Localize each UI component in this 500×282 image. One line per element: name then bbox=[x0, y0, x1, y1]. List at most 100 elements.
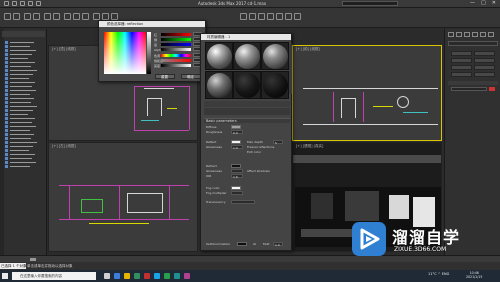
scene-item[interactable] bbox=[5, 61, 43, 64]
saturation-slider[interactable] bbox=[161, 59, 191, 62]
hierarchy-tab-icon[interactable] bbox=[464, 32, 470, 37]
scene-item[interactable] bbox=[5, 149, 43, 152]
viewport-left[interactable]: [+] [左] [线框] bbox=[48, 142, 198, 252]
fog-color-swatch[interactable] bbox=[231, 186, 241, 190]
angle-snap-icon[interactable] bbox=[102, 13, 109, 20]
edge-browser-icon[interactable] bbox=[114, 273, 120, 279]
rotate-icon[interactable] bbox=[73, 13, 80, 20]
material-slot[interactable] bbox=[261, 42, 289, 70]
windows-start-icon[interactable] bbox=[2, 273, 8, 279]
object-type-button[interactable] bbox=[474, 51, 495, 56]
object-category-dropdown[interactable] bbox=[448, 41, 498, 46]
wechat-icon[interactable] bbox=[164, 273, 170, 279]
scene-item[interactable] bbox=[5, 137, 43, 140]
align-icon[interactable] bbox=[249, 13, 256, 20]
graph-editor-icon[interactable] bbox=[267, 13, 274, 20]
viewport-label[interactable]: [+] [左] [线框] bbox=[52, 144, 76, 149]
close-button[interactable]: ✕ bbox=[492, 1, 496, 6]
scene-item[interactable] bbox=[5, 153, 43, 156]
blue-slider[interactable] bbox=[161, 43, 191, 46]
hue-saturation-picker[interactable] bbox=[104, 32, 146, 74]
taskbar-clock[interactable]: 10:46 2021/1/15 bbox=[466, 271, 482, 279]
object-type-button[interactable] bbox=[474, 72, 495, 77]
scene-item[interactable] bbox=[5, 81, 43, 84]
viewport-label[interactable]: [+] [顶] [线框] bbox=[52, 47, 76, 52]
time-slider-handle[interactable] bbox=[30, 258, 36, 261]
object-type-button[interactable] bbox=[451, 58, 472, 63]
scene-item[interactable] bbox=[5, 129, 43, 132]
link-icon[interactable] bbox=[24, 13, 31, 20]
scene-item[interactable] bbox=[5, 109, 43, 112]
scene-item[interactable] bbox=[5, 161, 43, 164]
display-tab-icon[interactable] bbox=[480, 32, 486, 37]
move-icon[interactable] bbox=[64, 13, 71, 20]
scene-item[interactable] bbox=[5, 65, 43, 68]
mult-field[interactable]: 1.0 bbox=[273, 242, 283, 247]
object-type-button[interactable] bbox=[451, 65, 472, 70]
red-slider[interactable] bbox=[161, 33, 191, 36]
task-view-icon[interactable] bbox=[104, 273, 110, 279]
store-icon[interactable] bbox=[134, 273, 140, 279]
scene-item[interactable] bbox=[5, 89, 43, 92]
save-file-icon[interactable] bbox=[20, 1, 25, 6]
select-region-icon[interactable] bbox=[53, 13, 60, 20]
scene-item[interactable] bbox=[5, 97, 43, 100]
diffuse-color-swatch[interactable] bbox=[231, 125, 241, 129]
refract-glossiness-field[interactable] bbox=[231, 169, 243, 173]
scene-item[interactable] bbox=[5, 53, 43, 56]
scale-icon[interactable] bbox=[82, 13, 89, 20]
scene-item[interactable] bbox=[5, 145, 43, 148]
scene-item[interactable] bbox=[5, 141, 43, 144]
viewport-label[interactable]: [+] [透视] [真实] bbox=[296, 144, 323, 149]
object-type-button[interactable] bbox=[474, 58, 495, 63]
mirror-icon[interactable] bbox=[240, 13, 247, 20]
redo-tool-icon[interactable] bbox=[13, 13, 20, 20]
app-icon[interactable] bbox=[144, 273, 150, 279]
scene-item[interactable] bbox=[5, 121, 43, 124]
scene-item[interactable] bbox=[5, 117, 43, 120]
modify-tab-icon[interactable] bbox=[456, 32, 462, 37]
create-tab-icon[interactable] bbox=[448, 32, 454, 37]
scene-item[interactable] bbox=[5, 85, 43, 88]
object-name-field[interactable] bbox=[451, 87, 487, 91]
material-slot[interactable] bbox=[205, 42, 233, 70]
scene-item[interactable] bbox=[5, 101, 43, 104]
scene-item[interactable] bbox=[5, 133, 43, 136]
object-color-swatch[interactable] bbox=[489, 87, 495, 91]
scene-item[interactable] bbox=[5, 157, 43, 160]
reflect-color-swatch[interactable] bbox=[231, 140, 241, 144]
undo-icon[interactable] bbox=[28, 1, 33, 6]
material-editor-icon[interactable] bbox=[276, 13, 283, 20]
material-slot[interactable] bbox=[205, 71, 233, 99]
ior-field[interactable]: 1.6 bbox=[231, 174, 243, 179]
scene-item[interactable] bbox=[5, 69, 43, 72]
minimize-button[interactable]: — bbox=[470, 1, 475, 6]
undo-tool-icon[interactable] bbox=[4, 13, 11, 20]
translucency-dropdown[interactable] bbox=[231, 200, 255, 204]
basic-parameters-rollout[interactable]: Basic parameters bbox=[204, 118, 290, 123]
app-icon[interactable] bbox=[154, 273, 160, 279]
scene-item[interactable] bbox=[5, 73, 43, 76]
layer-icon[interactable] bbox=[258, 13, 265, 20]
new-file-icon[interactable] bbox=[4, 1, 9, 6]
app-icon[interactable] bbox=[184, 273, 190, 279]
title-search-input[interactable] bbox=[342, 1, 398, 6]
render-icon[interactable] bbox=[294, 13, 301, 20]
scene-item[interactable] bbox=[5, 41, 43, 44]
max-depth-field[interactable]: 5 bbox=[273, 140, 283, 145]
whiteness-strip[interactable] bbox=[147, 32, 151, 74]
viewport-front[interactable]: [+] [前] [线框] bbox=[292, 45, 442, 141]
name-color-rollout[interactable] bbox=[448, 81, 498, 85]
fog-multiplier-field[interactable] bbox=[231, 191, 243, 195]
system-tray[interactable]: 11°C ^ ENG bbox=[428, 272, 449, 276]
object-type-button[interactable] bbox=[451, 72, 472, 77]
scene-item[interactable] bbox=[5, 45, 43, 48]
scene-item[interactable] bbox=[5, 77, 43, 80]
scene-item[interactable] bbox=[5, 93, 43, 96]
refract-color-swatch[interactable] bbox=[231, 164, 241, 168]
3dsmax-icon[interactable] bbox=[174, 273, 180, 279]
open-file-icon[interactable] bbox=[12, 1, 17, 6]
motion-tab-icon[interactable] bbox=[472, 32, 478, 37]
green-slider[interactable] bbox=[161, 38, 191, 41]
alpha-slider[interactable] bbox=[161, 48, 191, 51]
